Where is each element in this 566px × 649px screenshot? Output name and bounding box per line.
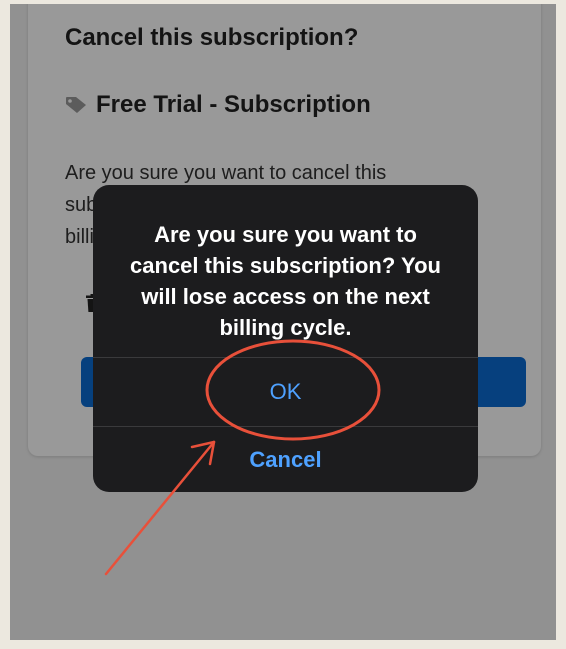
alert-message: Are you sure you want to cancel this sub… xyxy=(130,222,441,340)
cancel-button[interactable]: Cancel xyxy=(93,427,478,492)
ok-button[interactable]: OK xyxy=(93,358,478,426)
phone-screen: Cancel this subscription? Free Trial - S… xyxy=(10,4,556,640)
confirm-alert-dialog: Are you sure you want to cancel this sub… xyxy=(93,185,478,492)
